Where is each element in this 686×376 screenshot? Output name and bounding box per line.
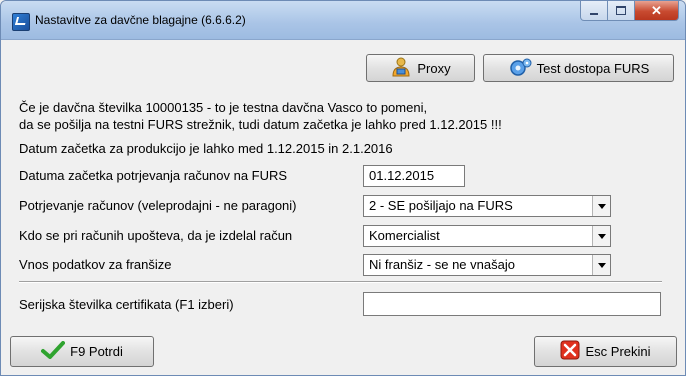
confirm-mode-select[interactable]: 2 - SE pošiljajo na FURS	[363, 195, 611, 217]
checkmark-icon	[41, 341, 66, 362]
proxy-button[interactable]: Proxy	[366, 54, 475, 82]
app-icon	[12, 13, 30, 31]
window-title: Nastavitve za davčne blagajne (6.6.6.2)	[35, 13, 246, 27]
chevron-down-icon[interactable]	[592, 255, 610, 275]
issuer-label: Kdo se pri računih upošteva, da je izdel…	[19, 228, 293, 243]
window-controls: ✕	[580, 1, 679, 21]
title-bar[interactable]: Nastavitve za davčne blagajne (6.6.6.2) …	[1, 1, 685, 40]
proxy-user-icon	[390, 57, 412, 80]
maximize-button[interactable]	[608, 1, 635, 21]
confirm-button-label: F9 Potrdi	[70, 344, 123, 359]
cancel-button-label: Esc Prekini	[585, 344, 651, 359]
close-button[interactable]: ✕	[635, 1, 679, 21]
info-line-1: Če je davčna številka 10000135 - to je t…	[19, 100, 428, 115]
start-date-label: Datuma začetka potrjevanja računov na FU…	[19, 168, 288, 183]
test-furs-button[interactable]: Test dostopa FURS	[483, 54, 674, 82]
info-line-2: da se pošilja na testni FURS strežnik, t…	[19, 117, 502, 132]
red-x-icon	[560, 340, 580, 363]
close-icon: ✕	[651, 2, 662, 18]
confirm-button[interactable]: F9 Potrdi	[10, 336, 154, 367]
minimize-icon	[590, 12, 598, 15]
info-line-3: Datum začetka za produkcijo je lahko med…	[19, 141, 393, 156]
franchise-label: Vnos podatkov za franšize	[19, 257, 172, 272]
chevron-down-icon[interactable]	[592, 196, 610, 216]
start-date-input[interactable]: 01.12.2015	[363, 165, 465, 187]
maximize-icon	[616, 6, 626, 15]
separator	[19, 281, 662, 283]
issuer-value: Komercialist	[369, 228, 440, 243]
gear-network-icon	[508, 57, 532, 80]
confirm-mode-value: 2 - SE pošiljajo na FURS	[369, 198, 513, 213]
chevron-down-icon[interactable]	[592, 226, 610, 246]
proxy-button-label: Proxy	[417, 60, 451, 76]
cancel-button[interactable]: Esc Prekini	[534, 336, 677, 367]
certificate-label: Serijska številka certifikata (F1 izberi…	[19, 297, 234, 312]
franchise-select[interactable]: Ni franšiz - se ne vnašajo	[363, 254, 611, 276]
test-furs-button-label: Test dostopa FURS	[536, 60, 650, 76]
settings-window: Nastavitve za davčne blagajne (6.6.6.2) …	[0, 0, 686, 376]
minimize-button[interactable]	[580, 1, 608, 21]
confirm-mode-label: Potrjevanje računov (veleprodajni - ne p…	[19, 198, 297, 213]
issuer-select[interactable]: Komercialist	[363, 225, 611, 247]
franchise-value: Ni franšiz - se ne vnašajo	[369, 257, 515, 272]
certificate-input[interactable]	[363, 292, 661, 316]
